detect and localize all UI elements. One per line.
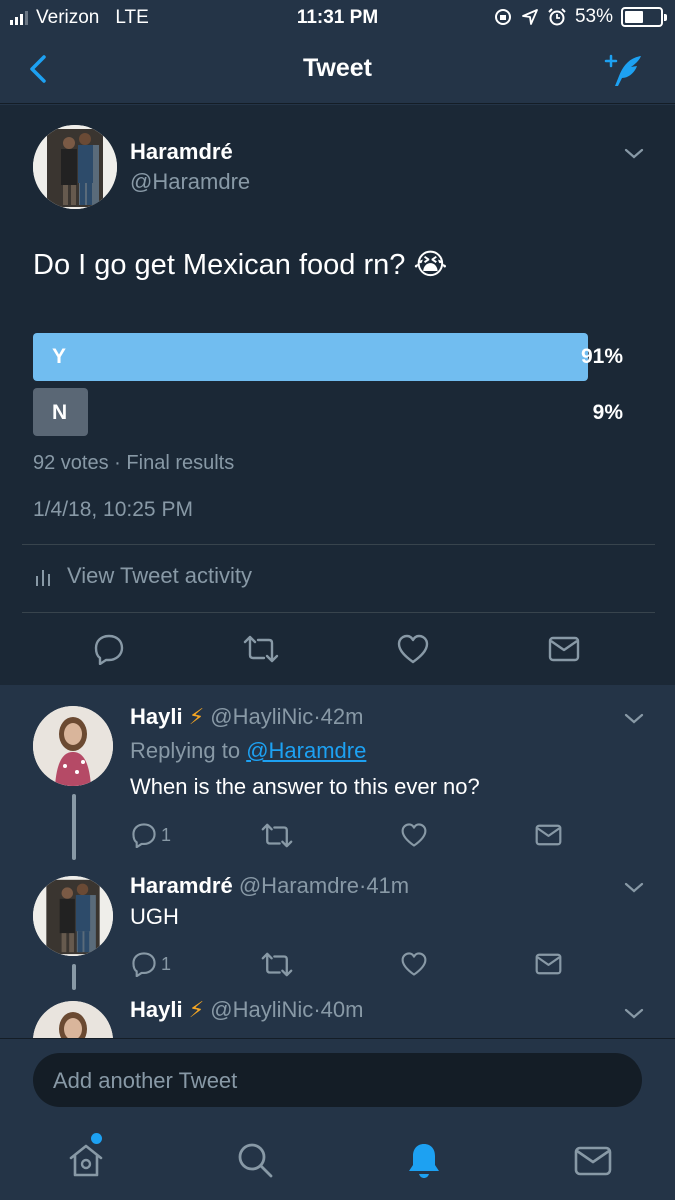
reply-time: 40m bbox=[320, 997, 364, 1022]
avatar-photo bbox=[33, 876, 113, 956]
avatar[interactable] bbox=[33, 876, 113, 956]
meta-separator: · bbox=[313, 704, 321, 729]
meta-separator: · bbox=[114, 452, 121, 474]
avatar-photo bbox=[33, 1001, 113, 1038]
like-icon[interactable] bbox=[400, 951, 428, 977]
reply-header: Hayli ⚡ @HayliNic·40m bbox=[130, 997, 363, 1023]
thread-line bbox=[72, 794, 76, 860]
poll-option-label: N bbox=[52, 401, 68, 424]
retweet-icon[interactable] bbox=[243, 635, 279, 663]
view-activity-link[interactable]: View Tweet activity bbox=[35, 563, 252, 589]
divider bbox=[22, 544, 655, 545]
reply-icon[interactable] bbox=[131, 822, 157, 848]
reply-header: Haramdré @Haramdre·41m bbox=[130, 873, 409, 899]
reply-icon[interactable] bbox=[93, 633, 125, 665]
dm-icon[interactable] bbox=[535, 823, 562, 847]
tweet-timestamp: 1/4/18, 10:25 PM bbox=[33, 498, 193, 521]
dm-icon[interactable] bbox=[535, 952, 562, 976]
avatar-photo bbox=[33, 125, 117, 209]
reply-author-handle[interactable]: @HayliNic bbox=[210, 704, 313, 729]
reply-author-name[interactable]: Hayli bbox=[130, 704, 183, 729]
retweet-icon[interactable] bbox=[261, 823, 293, 848]
thread-line bbox=[72, 964, 76, 990]
status-bar: Verizon LTE 11:31 PM 53% bbox=[0, 0, 675, 38]
author-name[interactable]: Haramdré bbox=[130, 139, 233, 165]
nav-bar: Tweet bbox=[0, 38, 675, 104]
reply-time: 41m bbox=[366, 873, 410, 898]
replying-to-link[interactable]: @Haramdre bbox=[246, 738, 366, 763]
avatar[interactable] bbox=[33, 706, 113, 786]
retweet-icon[interactable] bbox=[261, 952, 293, 977]
add-tweet-input[interactable]: Add another Tweet bbox=[33, 1053, 642, 1107]
replying-to: Replying to @Haramdre bbox=[130, 738, 366, 764]
avatar[interactable] bbox=[33, 125, 117, 209]
reply-icon[interactable] bbox=[131, 951, 157, 977]
chevron-down-icon[interactable] bbox=[623, 147, 645, 161]
location-icon bbox=[522, 9, 538, 25]
like-icon[interactable] bbox=[400, 822, 428, 848]
meta-separator: · bbox=[313, 997, 321, 1022]
status-right: 53% bbox=[493, 6, 667, 28]
poll-votes: 92 votes bbox=[33, 452, 109, 474]
compose-icon[interactable] bbox=[603, 52, 645, 88]
main-tweet: Haramdré @Haramdre Do I go get Mexican f… bbox=[0, 105, 675, 685]
reply-text: When is the answer to this ever no? bbox=[130, 774, 480, 799]
battery-icon bbox=[621, 7, 667, 27]
lightning-emoji: ⚡ bbox=[188, 997, 205, 1022]
reply-header: Hayli ⚡ @HayliNic·42m bbox=[130, 704, 363, 730]
analytics-icon bbox=[36, 570, 50, 586]
battery-percent: 53% bbox=[574, 6, 613, 27]
poll-meta: 92 votes · Final results bbox=[33, 452, 234, 475]
view-activity-label: View Tweet activity bbox=[67, 563, 253, 588]
avatar[interactable] bbox=[33, 1001, 113, 1038]
reply-text: UGH bbox=[130, 904, 179, 929]
tweet-text: Do I go get Mexican food rn? 😭 bbox=[33, 249, 448, 281]
alarm-icon bbox=[548, 8, 566, 26]
unread-dot bbox=[91, 1133, 102, 1144]
replying-prefix: Replying to bbox=[130, 738, 241, 763]
poll-bar-yes bbox=[33, 333, 588, 381]
avatar-photo bbox=[33, 706, 113, 786]
tab-bar bbox=[0, 1124, 675, 1200]
poll-status: Final results bbox=[126, 452, 235, 474]
reply-time: 42m bbox=[320, 704, 364, 729]
poll-option-label: Y bbox=[52, 345, 67, 368]
chevron-down-icon[interactable] bbox=[623, 712, 645, 726]
chevron-down-icon[interactable] bbox=[623, 881, 645, 895]
chevron-down-icon[interactable] bbox=[623, 1007, 645, 1021]
reply-tweet[interactable]: Hayli ⚡ @HayliNic·42m Replying to @Haram… bbox=[0, 700, 675, 860]
page-title: Tweet bbox=[303, 54, 372, 82]
home-icon[interactable] bbox=[66, 1140, 106, 1180]
like-icon[interactable] bbox=[396, 633, 430, 665]
author-handle[interactable]: @Haramdre bbox=[130, 169, 250, 195]
reply-author-handle[interactable]: @Haramdre bbox=[239, 873, 359, 898]
poll-option-percent: 9% bbox=[592, 401, 623, 424]
messages-icon[interactable] bbox=[573, 1140, 613, 1180]
divider bbox=[22, 612, 655, 613]
reply-tweet[interactable]: Haramdré @Haramdre·41m UGH 1 bbox=[0, 870, 675, 1000]
reply-count: 1 bbox=[161, 954, 172, 974]
poll-option-percent: 91% bbox=[580, 345, 623, 368]
rotation-lock-icon bbox=[494, 9, 511, 25]
notifications-icon[interactable] bbox=[404, 1140, 444, 1180]
reply-author-name[interactable]: Haramdré bbox=[130, 873, 233, 898]
reply-composer: Add another Tweet bbox=[0, 1038, 675, 1124]
reply-author-handle[interactable]: @HayliNic bbox=[210, 997, 313, 1022]
reply-count: 1 bbox=[161, 825, 172, 845]
lightning-emoji: ⚡ bbox=[188, 704, 205, 729]
battery-fill bbox=[625, 11, 643, 23]
dm-icon[interactable] bbox=[548, 635, 580, 663]
reply-tweet[interactable]: Hayli ⚡ @HayliNic·40m bbox=[0, 997, 675, 1038]
reply-author-name[interactable]: Hayli bbox=[130, 997, 183, 1022]
search-icon[interactable] bbox=[235, 1140, 275, 1180]
